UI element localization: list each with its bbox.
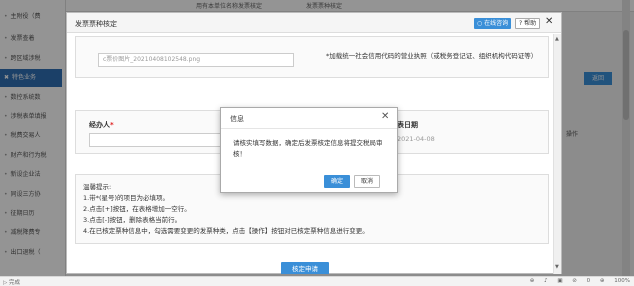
page-icon: ▷	[3, 280, 8, 286]
status-bar: ▷ 完成 ⊕ ♪ ▣ ⊘ 0 ⊕ 100%	[0, 276, 634, 286]
agent-label-text: 经办人	[89, 121, 110, 129]
required-icon: *	[110, 121, 114, 129]
online-consult-label: 在线咨询	[484, 20, 509, 27]
upload-file-field[interactable]: c票价图片_20210408102548.png	[98, 53, 294, 67]
tip-line: 1.带*(星号)的项目为必填项。	[83, 194, 170, 202]
chat-icon: ○	[477, 20, 483, 27]
dialog-message: 请核实填写数据，确定后发票核定信息将提交税局审核！	[233, 139, 383, 158]
modal-scrollbar[interactable]: ▲ ▼	[553, 34, 561, 274]
scroll-down-icon[interactable]: ▼	[555, 264, 559, 270]
speaker-icon[interactable]: ♪	[544, 278, 548, 284]
tip-line: 2.点击[+]按钮，在表格增加一空行。	[83, 205, 191, 213]
help-button[interactable]: ? 帮助	[515, 18, 541, 29]
counter-value: 0	[586, 278, 591, 284]
tip-line: 3.点击[-]按钮，删除表格当前行。	[83, 216, 182, 224]
dialog-title: 信息	[230, 115, 244, 123]
lock-icon: ▣	[557, 278, 563, 284]
counter: ⊘ 0	[572, 278, 591, 284]
date-value: 2021-04-08	[397, 135, 435, 143]
zoom-value: 100%	[614, 278, 630, 284]
cancel-button[interactable]: 取消	[354, 175, 380, 188]
apply-button[interactable]: 核定申请	[281, 262, 329, 274]
tip-line: 4.在已核定票种信息中，勾选需要变更的发票种类，点击【操作】按钮对已核定票种信息…	[83, 227, 369, 235]
upload-panel: c票价图片_20210408102548.png *加载统一社会信用代码的营业执…	[75, 36, 549, 78]
dialog-divider	[221, 128, 397, 129]
modal-title: 发票票种核定	[75, 20, 117, 28]
online-consult-button[interactable]: ○ 在线咨询	[474, 18, 512, 29]
download-icon[interactable]: ⊕	[530, 278, 535, 284]
agent-label: 经办人*	[89, 120, 114, 130]
status-text: ▷ 完成	[3, 278, 20, 286]
upload-hint: *加载统一社会信用代码的营业执照（或税务登记证、组织机构代码证等）	[326, 52, 538, 60]
status-tools: ⊕ ♪ ▣ ⊘ 0 ⊕ 100%	[522, 278, 630, 284]
date-label: 表日期	[397, 121, 418, 129]
close-icon[interactable]: ✕	[381, 111, 389, 123]
info-dialog: 信息 ✕ 请核实填写数据，确定后发票核定信息将提交税局审核！ 确定 取消	[220, 107, 398, 193]
question-icon: ?	[519, 20, 523, 27]
modal-header: 发票票种核定 ○ 在线咨询 ? 帮助 ✕	[67, 13, 561, 33]
status-label: 完成	[8, 280, 20, 286]
confirm-button[interactable]: 确定	[324, 175, 350, 188]
zoom[interactable]: ⊕ 100%	[600, 278, 630, 284]
help-label: 帮助	[524, 20, 537, 27]
close-icon[interactable]: ✕	[545, 16, 553, 28]
scroll-up-icon[interactable]: ▲	[555, 36, 559, 42]
